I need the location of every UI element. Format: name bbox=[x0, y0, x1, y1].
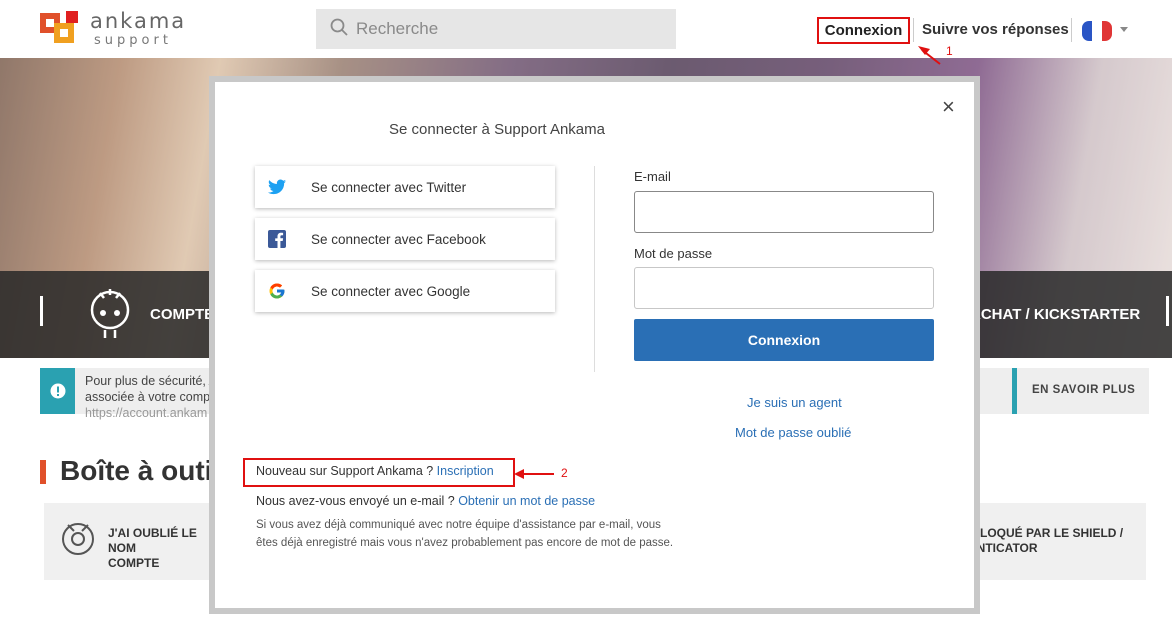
annotation-1: 1 bbox=[946, 44, 953, 58]
annotation-overlay bbox=[514, 46, 941, 479]
annotation-2: 2 bbox=[561, 466, 568, 480]
